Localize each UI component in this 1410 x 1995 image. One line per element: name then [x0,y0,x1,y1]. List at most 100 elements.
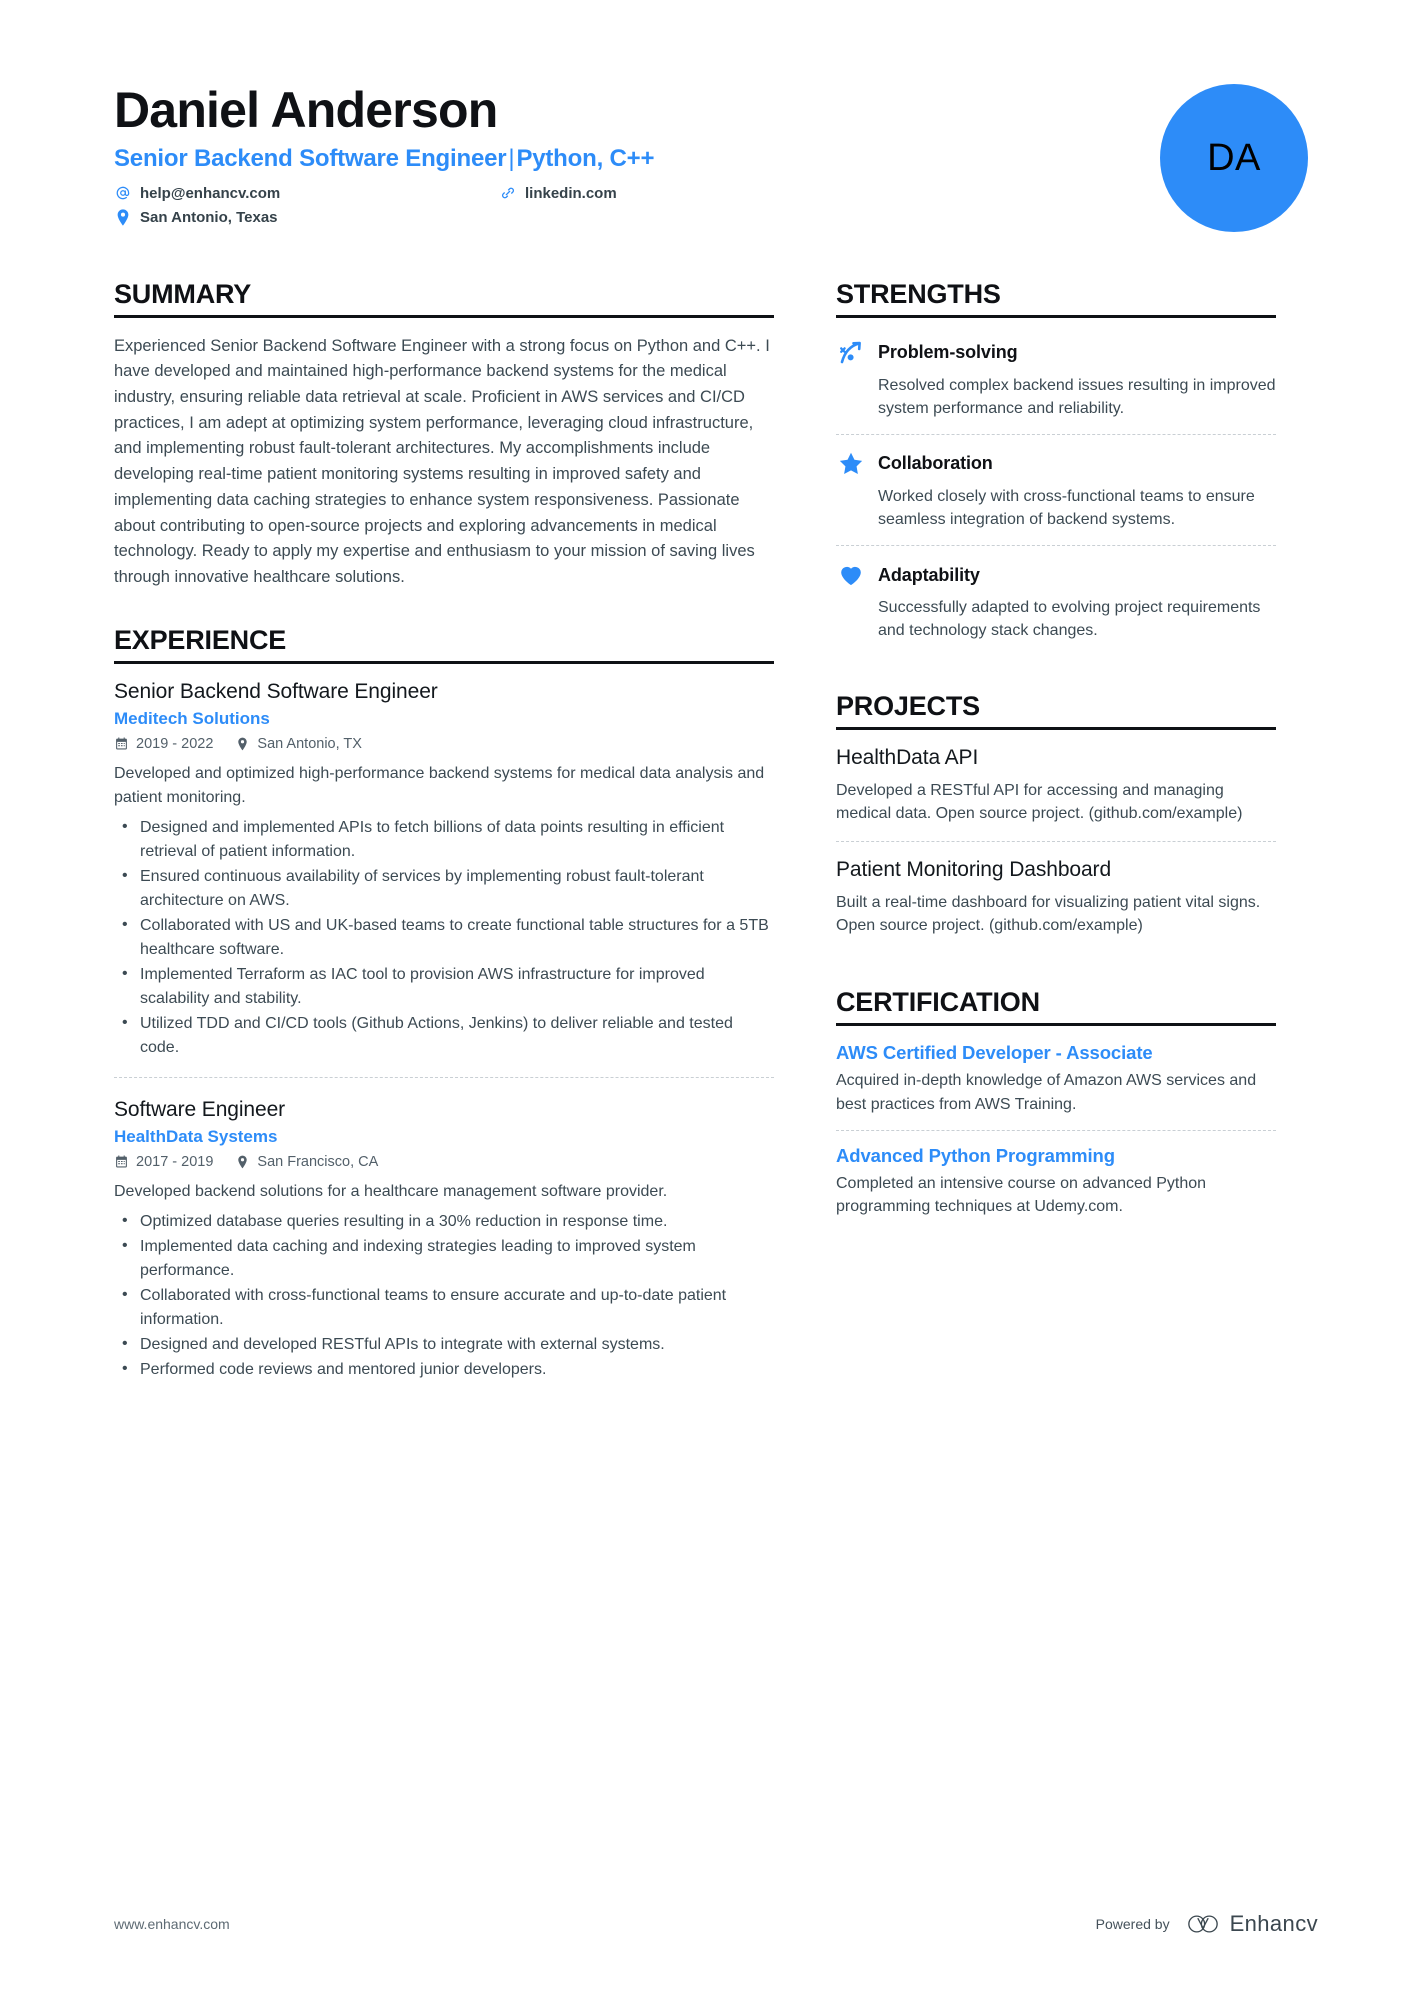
footer-url[interactable]: www.enhancv.com [114,1916,230,1932]
list-item: Collaborated with US and UK-based teams … [114,913,774,962]
contact-linkedin[interactable]: linkedin.com [499,185,617,202]
experience-description: Developed backend solutions for a health… [114,1182,668,1200]
list-item: Implemented Terraform as IAC tool to pro… [114,962,774,1011]
strength-name: Collaboration [878,453,993,474]
section-title-experience: EXPERIENCE [114,625,774,664]
resume-body: SUMMARY Experienced Senior Backend Softw… [114,279,1318,1433]
job-title: Senior Backend Software Engineer|Python,… [114,145,654,173]
powered-by-label: Powered by [1095,1916,1170,1932]
contact-row-secondary: San Antonio, Texas [114,209,654,226]
enhancv-logo-icon [1186,1913,1220,1935]
experience-dates: 2019 - 2022 [114,736,213,752]
list-item: Performed code reviews and mentored juni… [114,1357,774,1382]
right-column: STRENGTHS Problem-solving Resolved compl… [836,279,1276,1267]
experience-entry: Software Engineer HealthData Systems 201… [114,1076,774,1399]
list-item: Implemented data caching and indexing st… [114,1234,774,1283]
experience-meta: 2019 - 2022 San Antonio, TX [114,736,774,752]
strength-name: Problem-solving [878,342,1018,362]
footer-branding: Powered by Enhancv [1096,1911,1318,1937]
list-item: Utilized TDD and CI/CD tools (Github Act… [114,1011,774,1060]
contact-row-primary: help@enhancv.com linkedin.com [114,185,654,202]
strength-header: Problem-solving [836,338,1276,368]
link-icon [499,185,517,201]
experience-company[interactable]: HealthData Systems [114,1127,774,1147]
enhancv-brand-name: Enhancv [1229,1911,1318,1936]
list-item: Collaborated with cross-functional teams… [114,1283,774,1332]
certification-description: Acquired in-depth knowledge of Amazon AW… [836,1072,1257,1113]
experience-dates-text: 2017 - 2019 [136,1153,214,1170]
strength-description: Successfully adapted to evolving project… [878,599,1261,640]
enhancv-brand: Enhancv [1186,1911,1318,1937]
star-icon [836,449,866,479]
experience-location-text: San Francisco, CA [257,1153,379,1170]
map-pin-icon [114,208,132,226]
resume-page: Daniel Anderson Senior Backend Software … [0,0,1410,1995]
experience-role: Software Engineer [114,1097,286,1121]
calendar-icon [114,1155,129,1168]
experience-role: Senior Backend Software Engineer [114,679,438,703]
avatar: DA [1160,84,1308,232]
section-title-summary: SUMMARY [114,279,774,318]
list-item: Designed and implemented APIs to fetch b… [114,815,774,864]
strength-item: Problem-solving Resolved complex backend… [836,334,1276,434]
left-column: SUMMARY Experienced Senior Backend Softw… [114,279,774,1433]
certification-name[interactable]: AWS Certified Developer - Associate [836,1042,1276,1064]
project-name: Patient Monitoring Dashboard [836,858,1112,881]
job-title-main: Senior Backend Software Engineer [114,144,507,172]
section-certification: CERTIFICATION AWS Certified Developer - … [836,987,1276,1232]
map-pin-icon [235,1155,250,1169]
experience-location: San Antonio, TX [235,736,362,752]
project-item: Patient Monitoring Dashboard Built a rea… [836,841,1276,953]
strength-description: Resolved complex backend issues resultin… [878,376,1276,417]
section-experience: EXPERIENCE Senior Backend Software Engin… [114,625,774,1399]
page-title: Daniel Anderson [114,82,498,138]
contact-details: help@enhancv.com linkedin.com San Antoni… [114,185,654,226]
project-name: HealthData API [836,745,979,769]
project-description: Built a real-time dashboard for visualiz… [836,894,1261,935]
certification-item: AWS Certified Developer - Associate Acqu… [836,1042,1276,1129]
project-description: Developed a RESTful API for accessing an… [836,781,1243,822]
avatar-initials: DA [1207,136,1261,179]
experience-meta: 2017 - 2019 San Francisco, CA [114,1154,774,1170]
experience-company[interactable]: Meditech Solutions [114,709,774,729]
strength-item: Adaptability Successfully adapted to evo… [836,545,1276,656]
header-left: Daniel Anderson Senior Backend Software … [114,78,654,233]
experience-entry: Senior Backend Software Engineer Meditec… [114,680,774,1077]
strength-description: Worked closely with cross-functional tea… [878,487,1255,529]
strength-header: Adaptability [836,560,1276,590]
list-item: Ensured continuous availability of servi… [114,864,774,913]
at-sign-icon [114,185,132,201]
section-strengths: STRENGTHS Problem-solving Resolved compl… [836,279,1276,657]
section-title-strengths: STRENGTHS [836,279,1276,318]
section-title-certification: CERTIFICATION [836,987,1276,1027]
certification-name[interactable]: Advanced Python Programming [836,1145,1276,1167]
page-footer: www.enhancv.com Powered by Enhancv [114,1911,1318,1937]
trajectory-arrow-icon [836,338,866,368]
heart-icon [836,560,866,590]
project-item: HealthData API Developed a RESTful API f… [836,746,1276,841]
contact-location: San Antonio, Texas [114,209,278,226]
contact-email[interactable]: help@enhancv.com [114,185,499,202]
job-title-tech: Python, C++ [516,144,655,172]
experience-bullets: Optimized database queries resulting in … [114,1209,774,1382]
section-projects: PROJECTS HealthData API Developed a REST… [836,691,1276,954]
section-title-projects: PROJECTS [836,691,1276,730]
contact-location-text: San Antonio, Texas [140,208,278,226]
job-title-separator: | [508,144,515,172]
contact-linkedin-text: linkedin.com [525,184,617,202]
experience-dates-text: 2019 - 2022 [136,735,214,752]
certification-description: Completed an intensive course on advance… [836,1174,1207,1215]
section-summary: SUMMARY Experienced Senior Backend Softw… [114,279,774,591]
resume-header: Daniel Anderson Senior Backend Software … [114,78,1318,233]
contact-email-text: help@enhancv.com [140,184,281,202]
strength-name: Adaptability [878,564,980,585]
strength-header: Collaboration [836,449,1276,479]
list-item: Designed and developed RESTful APIs to i… [114,1332,774,1357]
experience-location: San Francisco, CA [235,1154,378,1170]
experience-dates: 2017 - 2019 [114,1154,213,1170]
experience-description: Developed and optimized high-performance… [114,764,765,806]
strength-item: Collaboration Worked closely with cross-… [836,433,1276,545]
summary-text: Experienced Senior Backend Software Engi… [114,336,770,587]
calendar-icon [114,737,129,750]
experience-bullets: Designed and implemented APIs to fetch b… [114,815,774,1060]
